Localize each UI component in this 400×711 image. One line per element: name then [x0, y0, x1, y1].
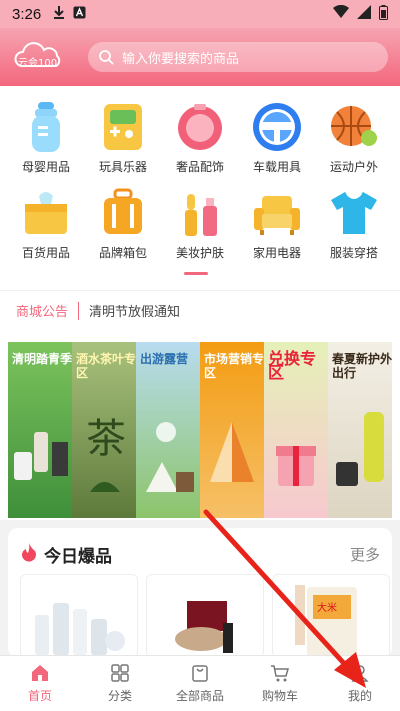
category-label: 车载用具: [252, 160, 301, 174]
hot-title-text: 今日爆品: [44, 547, 112, 567]
category-item-cosmetics[interactable]: 美妆护肤: [162, 186, 238, 261]
category-label: 玩具乐器: [98, 160, 147, 174]
user-icon: [351, 665, 369, 682]
toy-icon: [96, 100, 150, 154]
app-logo: 云会100: [12, 42, 74, 72]
category-item-baby[interactable]: 母婴用品: [8, 100, 84, 175]
bottom-tab-bar: 首页 分类 全部商品 购物车 我的: [0, 655, 400, 711]
notice-text[interactable]: 清明节放假通知: [89, 301, 180, 320]
baby-bottle-icon: [19, 100, 73, 154]
tab-cart[interactable]: 购物车: [240, 656, 320, 711]
banner-carousel: 清明踏青季 酒水茶叶专区 茶 出游露营 市场营销专区 兑换专区 春夏新护外出行: [0, 330, 400, 520]
banner-camping[interactable]: 出游露营: [136, 342, 200, 518]
cart-icon: [271, 665, 289, 682]
hot-title: 今日爆品: [20, 542, 112, 567]
product-card[interactable]: [146, 574, 264, 658]
notice-tag: 商城公告: [16, 305, 69, 320]
grid-icon: [111, 664, 129, 682]
signal-icon: [357, 5, 371, 23]
home-icon: [32, 665, 48, 681]
category-item-sports[interactable]: 运动户外: [316, 100, 392, 175]
category-item-luxury[interactable]: 奢品配饰: [162, 100, 238, 175]
steering-wheel-icon: [250, 100, 304, 154]
banner-tea[interactable]: 酒水茶叶专区 茶: [72, 342, 136, 518]
sofa-icon: [250, 186, 304, 240]
product-card[interactable]: 大米: [272, 574, 390, 658]
battery-icon: [379, 4, 388, 24]
category-grid: 母婴用品 玩具乐器 奢品配饰 车载用具 运动户外 百货用品 品牌箱包 美妆护肤 …: [0, 86, 400, 290]
cosmetics-icon: [173, 186, 227, 240]
tab-label: 分类: [107, 689, 132, 703]
tab-label: 我的: [347, 689, 372, 703]
category-item-clothing[interactable]: 服装穿搭: [316, 186, 392, 261]
sports-ball-icon: [327, 100, 381, 154]
category-item-general[interactable]: 百货用品: [8, 186, 84, 261]
notice-bar[interactable]: 商城公告 清明节放假通知: [0, 290, 400, 330]
wifi-icon: [333, 4, 349, 23]
tab-home[interactable]: 首页: [0, 656, 80, 711]
download-icon: [53, 5, 65, 23]
category-label: 奢品配饰: [175, 160, 224, 174]
flame-icon: [20, 542, 38, 567]
banner-outdoor[interactable]: 春夏新护外出行: [328, 342, 392, 518]
svg-text:大米: 大米: [317, 601, 337, 614]
banner-marketing[interactable]: 市场营销专区: [200, 342, 264, 518]
notice-divider: [78, 301, 80, 320]
tab-mine[interactable]: 我的: [320, 656, 400, 711]
logo-text: 云会100: [18, 56, 57, 69]
status-bar: 3:26: [0, 0, 400, 28]
category-item-car[interactable]: 车载用具: [239, 100, 315, 175]
app-header: 云会100 输入你要搜索的商品: [0, 28, 400, 86]
tab-label: 购物车: [261, 689, 298, 703]
luggage-icon: [96, 186, 150, 240]
category-label: 百货用品: [21, 246, 70, 260]
more-link[interactable]: 更多: [350, 544, 380, 565]
search-placeholder: 输入你要搜索的商品: [122, 51, 240, 67]
category-label: 品牌箱包: [98, 246, 147, 260]
category-item-toys[interactable]: 玩具乐器: [85, 100, 161, 175]
banner-qingming[interactable]: 清明踏青季: [8, 342, 72, 518]
category-label: 母婴用品: [21, 160, 70, 174]
tab-label: 全部商品: [175, 689, 224, 703]
luxury-icon: [173, 100, 227, 154]
tab-all-products[interactable]: 全部商品: [160, 656, 240, 711]
category-label: 服装穿搭: [329, 246, 378, 260]
hot-products-section: 今日爆品 更多 大米: [8, 528, 392, 658]
app-notification-icon: [73, 5, 86, 23]
status-time: 3:26: [12, 5, 42, 23]
category-item-appliances[interactable]: 家用电器: [239, 186, 315, 261]
svg-text:茶: 茶: [86, 416, 126, 462]
category-label: 运动户外: [329, 160, 378, 174]
product-card[interactable]: [20, 574, 138, 658]
tab-category[interactable]: 分类: [80, 656, 160, 711]
search-icon: [99, 50, 114, 65]
bag-icon: [192, 665, 208, 682]
banner-exchange[interactable]: 兑换专区: [264, 342, 328, 518]
tab-label: 首页: [27, 689, 52, 703]
category-page-indicator: [184, 272, 208, 275]
category-label: 美妆护肤: [175, 246, 224, 260]
tissue-box-icon: [19, 186, 73, 240]
category-label: 家用电器: [252, 246, 301, 260]
tshirt-icon: [327, 186, 381, 240]
search-input[interactable]: 输入你要搜索的商品: [88, 42, 388, 72]
category-item-bags[interactable]: 品牌箱包: [85, 186, 161, 261]
